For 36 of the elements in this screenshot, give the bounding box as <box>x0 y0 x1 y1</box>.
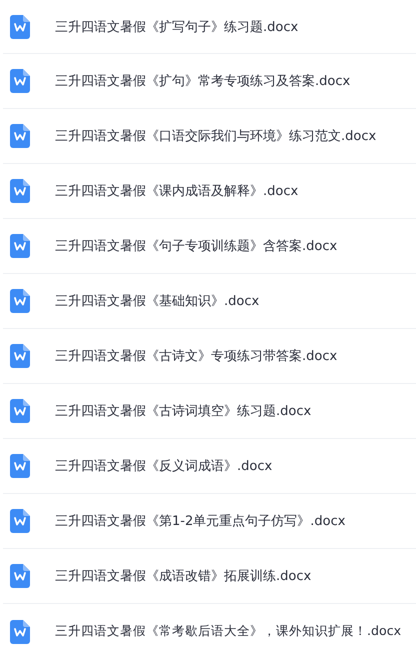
document-icon <box>10 234 30 258</box>
document-icon <box>10 399 30 423</box>
file-name: 三升四语文暑假《第1-2单元重点句子仿写》.docx <box>55 513 346 530</box>
file-row[interactable]: 三升四语文暑假《扩句》常考专项练习及答案.docx <box>3 54 416 109</box>
file-name: 三升四语文暑假《基础知识》.docx <box>55 293 260 310</box>
file-name: 三升四语文暑假《课内成语及解释》.docx <box>55 183 298 200</box>
file-name: 三升四语文暑假《扩句》常考专项练习及答案.docx <box>55 73 350 90</box>
file-row[interactable]: 三升四语文暑假《古诗文》专项练习带答案.docx <box>3 329 416 384</box>
file-row[interactable]: 三升四语文暑假《古诗词填空》练习题.docx <box>3 384 416 439</box>
file-row[interactable]: 三升四语文暑假《成语改错》拓展训练.docx <box>3 549 416 604</box>
file-name: 三升四语文暑假《古诗词填空》练习题.docx <box>55 403 312 420</box>
file-row[interactable]: 三升四语文暑假《反义词成语》.docx <box>3 439 416 494</box>
file-row[interactable]: 三升四语文暑假《课内成语及解释》.docx <box>3 164 416 219</box>
document-icon <box>10 14 30 38</box>
document-icon <box>10 509 30 533</box>
file-name: 三升四语文暑假《口语交际我们与环境》练习范文.docx <box>55 128 376 145</box>
document-icon <box>10 179 30 203</box>
file-name: 三升四语文暑假《句子专项训练题》含答案.docx <box>55 238 338 255</box>
file-row[interactable]: 三升四语文暑假《第1-2单元重点句子仿写》.docx <box>3 494 416 549</box>
file-row[interactable]: 三升四语文暑假《句子专项训练题》含答案.docx <box>3 219 416 274</box>
file-row[interactable]: 三升四语文暑假《扩写句子》练习题.docx <box>3 0 416 54</box>
file-row[interactable]: 三升四语文暑假《常考歇后语大全》，课外知识扩展！.docx <box>3 604 416 657</box>
document-icon <box>10 124 30 148</box>
file-name: 三升四语文暑假《成语改错》拓展训练.docx <box>55 568 312 585</box>
file-row[interactable]: 三升四语文暑假《基础知识》.docx <box>3 274 416 329</box>
file-name: 三升四语文暑假《古诗文》专项练习带答案.docx <box>55 348 338 365</box>
document-icon <box>10 564 30 588</box>
document-icon <box>10 454 30 478</box>
file-name: 三升四语文暑假《常考歇后语大全》，课外知识扩展！.docx <box>55 623 402 640</box>
document-icon <box>10 620 30 644</box>
file-name: 三升四语文暑假《扩写句子》练习题.docx <box>55 18 298 36</box>
document-icon <box>10 69 30 93</box>
document-icon <box>10 344 30 368</box>
file-row[interactable]: 三升四语文暑假《口语交际我们与环境》练习范文.docx <box>3 109 416 164</box>
file-name: 三升四语文暑假《反义词成语》.docx <box>55 458 272 475</box>
document-icon <box>10 289 30 313</box>
